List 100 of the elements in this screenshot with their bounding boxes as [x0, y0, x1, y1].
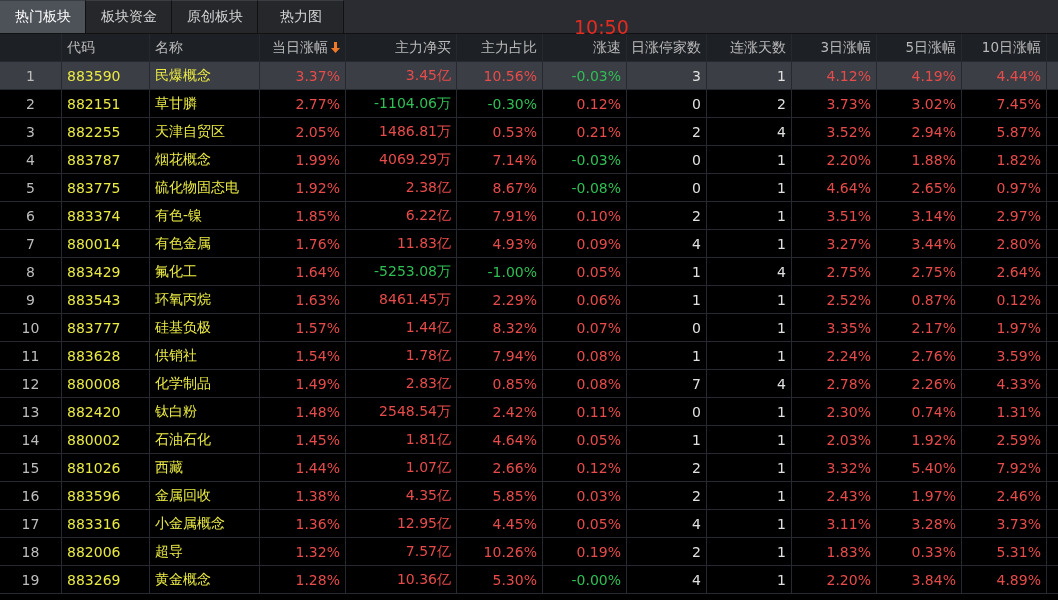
table-cell: 3.44%: [911, 235, 956, 252]
tab[interactable]: 热门板块: [0, 0, 86, 33]
table-row[interactable]: 7 880014 有色金属 1.76% 11.83亿 4.93% 0.09% 4 1 3.27% 3.44% 2.80%: [0, 230, 1058, 258]
table-cell: 黄金概念: [155, 570, 211, 589]
table-row[interactable]: 14 880002 石油石化 1.45% 1.81亿 4.64% 0.05% 1 1 2.03% 1.92% 2.59%: [0, 426, 1058, 454]
table-cell: 10.36亿: [396, 570, 451, 589]
table-row[interactable]: 3 882255 天津自贸区 2.05% 1486.81万 0.53% 0.21% 2 4 3.52% 2.94% 5.87%: [0, 118, 1058, 146]
table-row[interactable]: 2 882151 草甘膦 2.77% -1104.06万 -0.30% 0.12% 0 2 3.73% 3.02% 7.45%: [0, 90, 1058, 118]
table-cell: 1.54%: [295, 347, 340, 364]
table-cell: 1.81亿: [405, 430, 451, 449]
table-cell: 883787: [67, 151, 121, 168]
table-row[interactable]: 19 883269 黄金概念 1.28% 10.36亿 5.30% -0.00% 4 1 2.20% 3.84% 4.89%: [0, 566, 1058, 594]
table-row[interactable]: 11 883628 供销社 1.54% 1.78亿 7.94% 0.08% 1 1 2.24% 2.76% 3.59%: [0, 342, 1058, 370]
table-cell: 2.75%: [826, 263, 871, 280]
table-cell: 1: [777, 431, 786, 448]
table-cell: 2.59%: [996, 431, 1041, 448]
column-header[interactable]: 连涨天数: [730, 38, 786, 57]
table-cell: 2.76%: [911, 347, 956, 364]
table-cell: 4.35亿: [405, 486, 451, 505]
column-header[interactable]: 当日涨幅: [272, 38, 328, 57]
table-row[interactable]: 9 883543 环氧丙烷 1.63% 8461.45万 2.29% 0.06% 1 1 2.52% 0.87% 0.12%: [0, 286, 1058, 314]
table-cell: 881026: [67, 459, 121, 476]
table-cell: 0.09%: [576, 235, 621, 252]
table-cell: 883269: [67, 571, 121, 588]
table-row[interactable]: 12 880008 化学制品 1.49% 2.83亿 0.85% 0.08% 7 4 2.78% 2.26% 4.33%: [0, 370, 1058, 398]
column-header[interactable]: 代码: [67, 38, 95, 57]
table-cell: 2.26%: [911, 375, 956, 392]
table-cell: 2.97%: [996, 207, 1041, 224]
table-cell: 2.20%: [826, 571, 871, 588]
table-cell: 8.32%: [492, 319, 537, 336]
table-cell: 1: [692, 291, 701, 308]
table-cell: 1.57%: [295, 319, 340, 336]
table-cell: 1: [777, 347, 786, 364]
table-cell: 4.64%: [492, 431, 537, 448]
table-cell: -5253.08万: [374, 262, 451, 281]
tab[interactable]: 原创板块: [172, 0, 258, 33]
table-row[interactable]: 18 882006 超导 1.32% 7.57亿 10.26% 0.19% 2 1 1.83% 0.33% 5.31%: [0, 538, 1058, 566]
table-cell: 2.29%: [492, 291, 537, 308]
table-cell: 超导: [155, 542, 183, 561]
column-header[interactable]: 名称: [155, 38, 183, 57]
column-header[interactable]: 主力占比: [481, 38, 537, 57]
table-row[interactable]: 4 883787 烟花概念 1.99% 4069.29万 7.14% -0.03% 0 1 2.20% 1.88% 1.82%: [0, 146, 1058, 174]
table-row[interactable]: 6 883374 有色-镍 1.85% 6.22亿 7.91% 0.10% 2 1 3.51% 3.14% 2.97%: [0, 202, 1058, 230]
table-cell: 4.33%: [996, 375, 1041, 392]
table-cell: 氟化工: [155, 262, 197, 281]
table-row[interactable]: 5 883775 硫化物固态电 1.92% 2.38亿 8.67% -0.08% 0 1 4.64% 2.65% 0.97%: [0, 174, 1058, 202]
table-cell: 3: [26, 123, 35, 140]
column-header[interactable]: 涨速: [593, 38, 621, 57]
table-cell: 7: [26, 235, 35, 252]
table-cell: 7: [692, 375, 701, 392]
table-cell: 1: [692, 263, 701, 280]
table-cell: 4: [777, 123, 786, 140]
table-cell: 金属回收: [155, 486, 211, 505]
table-cell: 4.89%: [996, 571, 1041, 588]
table-row[interactable]: 10 883777 硅基负极 1.57% 1.44亿 8.32% 0.07% 0 1 3.35% 2.17% 1.97%: [0, 314, 1058, 342]
column-header[interactable]: 5日涨幅: [905, 38, 956, 57]
table-cell: 14: [21, 431, 40, 448]
tab[interactable]: 板块资金: [86, 0, 172, 33]
table-cell: 8.67%: [492, 179, 537, 196]
table-cell: 15: [21, 459, 40, 476]
table-cell: -0.03%: [571, 67, 621, 84]
table-row[interactable]: 16 883596 金属回收 1.38% 4.35亿 5.85% 0.03% 2 1 2.43% 1.97% 2.46%: [0, 482, 1058, 510]
table-row[interactable]: 17 883316 小金属概念 1.36% 12.95亿 4.45% 0.05% 4 1 3.11% 3.28% 3.73%: [0, 510, 1058, 538]
table-cell: 0: [692, 95, 701, 112]
table-cell: 7.45%: [996, 95, 1041, 112]
table-cell: 6.22亿: [405, 206, 451, 225]
column-header[interactable]: 3日涨幅: [820, 38, 871, 57]
table-cell: 化学制品: [155, 374, 211, 393]
table-cell: 2.46%: [996, 487, 1041, 504]
column-header[interactable]: 主力净买: [395, 38, 451, 57]
table-cell: 0.08%: [576, 347, 621, 364]
column-header[interactable]: 10日涨幅: [981, 38, 1041, 57]
table-cell: 11: [21, 347, 40, 364]
table-cell: 1.92%: [911, 431, 956, 448]
table-cell: 2.43%: [826, 487, 871, 504]
table-cell: 0.08%: [576, 375, 621, 392]
table-cell: 2: [692, 207, 701, 224]
clock-time: 10:50: [574, 16, 629, 38]
table-cell: 4.44%: [996, 67, 1041, 84]
table-cell: 烟花概念: [155, 150, 211, 169]
table-cell: 883775: [67, 179, 121, 196]
table-row[interactable]: 15 881026 西藏 1.44% 1.07亿 2.66% 0.12% 2 1 3.32% 5.40% 7.92%: [0, 454, 1058, 482]
table-cell: 0: [692, 319, 701, 336]
table-cell: 2: [692, 543, 701, 560]
table-cell: 13: [21, 403, 40, 420]
table-row[interactable]: 1 883590 民爆概念 3.37% 3.45亿 10.56% -0.03% 3 1 4.12% 4.19% 4.44%: [0, 62, 1058, 90]
table-cell: 7.94%: [492, 347, 537, 364]
table-cell: 1: [777, 151, 786, 168]
table-cell: 2.94%: [911, 123, 956, 140]
table-cell: 2: [692, 123, 701, 140]
tab[interactable]: 热力图: [258, 0, 344, 33]
column-header[interactable]: 日涨停家数: [631, 38, 701, 57]
table-row[interactable]: 8 883429 氟化工 1.64% -5253.08万 -1.00% 0.05% 1 4 2.75% 2.75% 2.64%: [0, 258, 1058, 286]
table-cell: 4: [777, 263, 786, 280]
table-cell: 2.05%: [295, 123, 340, 140]
table-cell: 883429: [67, 263, 121, 280]
table-cell: 883316: [67, 515, 121, 532]
table-cell: 2.75%: [911, 263, 956, 280]
table-cell: 2.24%: [826, 347, 871, 364]
table-row[interactable]: 13 882420 钛白粉 1.48% 2548.54万 2.42% 0.11% 0 1 2.30% 0.74% 1.31%: [0, 398, 1058, 426]
